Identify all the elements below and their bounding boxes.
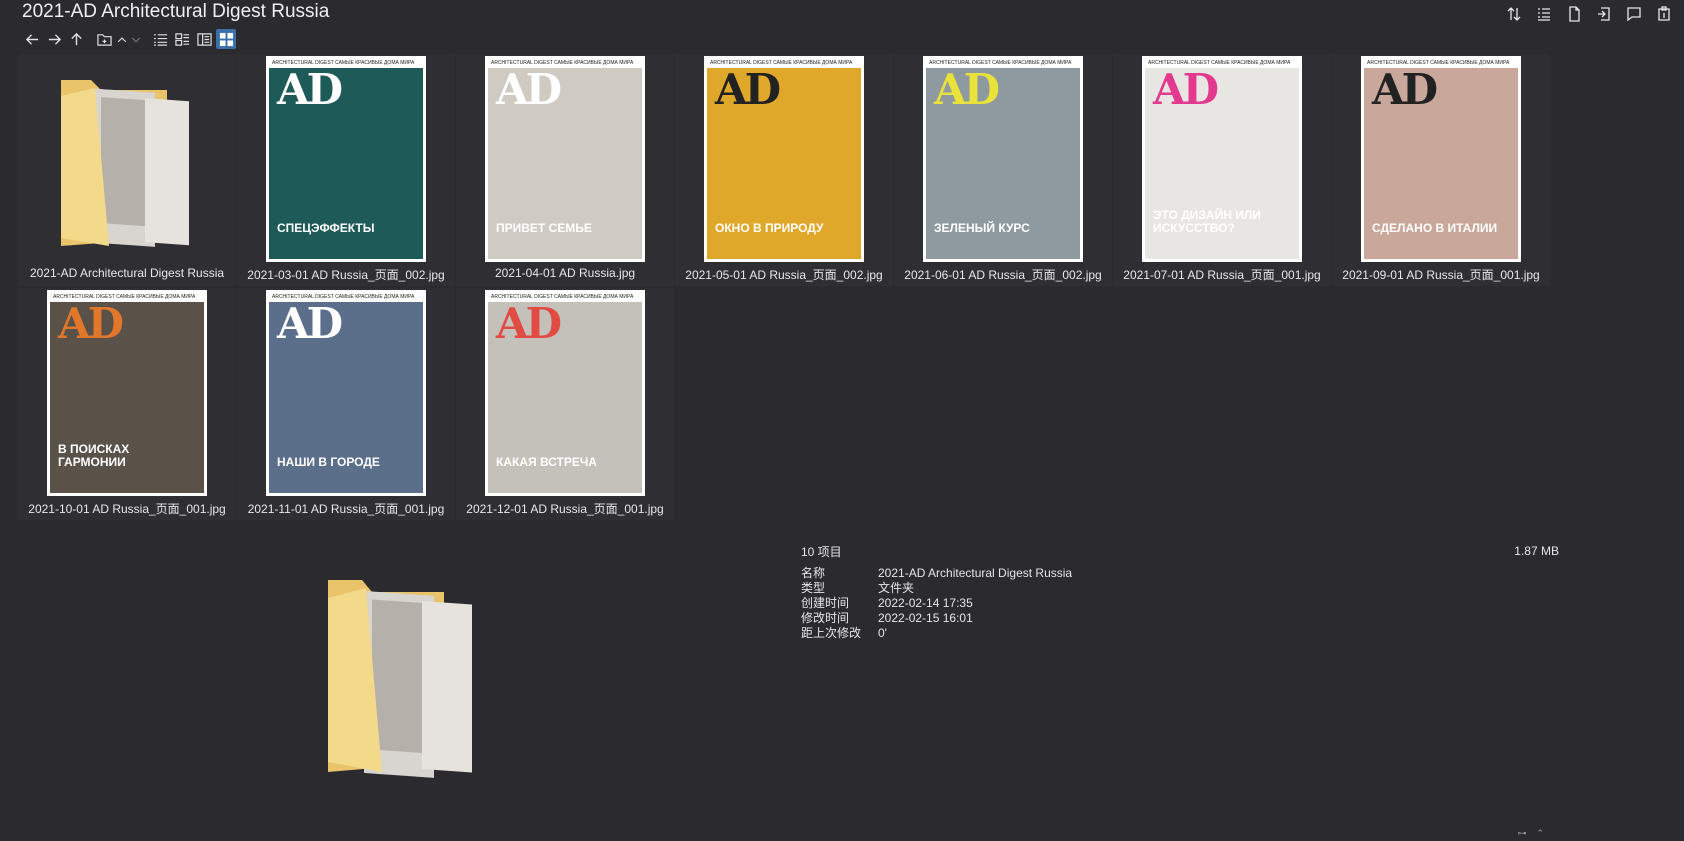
magazine-cover: ARCHITECTURAL DIGEST САМЫЕ КРАСИВЫЕ ДОМА…: [269, 59, 423, 259]
thumbnail-view-icon[interactable]: [216, 29, 236, 49]
chevron-up-icon[interactable]: [116, 29, 128, 49]
detail-value: 2021-AD Architectural Digest Russia: [878, 566, 1073, 580]
image-item[interactable]: ARCHITECTURAL DIGEST САМЫЕ КРАСИВЫЕ ДОМА…: [237, 288, 455, 520]
file-name-label: 2021-07-01 AD Russia_页面_001.jpg: [1123, 268, 1321, 282]
image-item[interactable]: ARCHITECTURAL DIGEST САМЫЕ КРАСИВЫЕ ДОМА…: [18, 288, 236, 520]
collapse-icon[interactable]: ⌃: [1536, 828, 1544, 839]
ad-logo: AD: [58, 299, 124, 348]
file-name-label: 2021-11-01 AD Russia_页面_001.jpg: [247, 502, 445, 516]
resize-icon[interactable]: ⊶: [1517, 828, 1526, 839]
cover-headline: КАКАЯ ВСТРЕЧА: [496, 455, 597, 469]
detail-row: 类型 文件夹: [801, 581, 1072, 596]
detail-row: 修改时间 2022-02-15 16:01: [801, 611, 1072, 626]
magazine-cover: ARCHITECTURAL DIGEST САМЫЕ КРАСИВЫЕ ДОМА…: [1364, 59, 1518, 259]
details-panel: 名称 2021-AD Architectural Digest Russia 类型…: [801, 566, 1072, 641]
back-arrow-icon[interactable]: [22, 29, 42, 49]
folder-icon: [57, 70, 197, 250]
details-icon[interactable]: [1534, 4, 1554, 24]
forward-arrow-icon[interactable]: [44, 29, 64, 49]
ad-logo: AD: [1372, 65, 1438, 114]
image-item[interactable]: ARCHITECTURAL DIGEST САМЫЕ КРАСИВЫЕ ДОМА…: [894, 54, 1112, 286]
detail-view-icon[interactable]: [172, 29, 192, 49]
ad-logo: AD: [1153, 65, 1219, 114]
image-thumbnail: ARCHITECTURAL DIGEST САМЫЕ КРАСИВЫЕ ДОМА…: [923, 56, 1083, 262]
image-item[interactable]: ARCHITECTURAL DIGEST САМЫЕ КРАСИВЫЕ ДОМА…: [237, 54, 455, 286]
image-thumbnail: ARCHITECTURAL DIGEST САМЫЕ КРАСИВЫЕ ДОМА…: [266, 290, 426, 496]
magazine-cover: ARCHITECTURAL DIGEST САМЫЕ КРАСИВЫЕ ДОМА…: [926, 59, 1080, 259]
window-title: 2021-AD Architectural Digest Russia: [22, 1, 330, 22]
folder-icon[interactable]: [94, 29, 114, 49]
image-thumbnail: ARCHITECTURAL DIGEST САМЫЕ КРАСИВЫЕ ДОМА…: [485, 56, 645, 262]
ad-logo: AD: [496, 299, 562, 348]
image-item[interactable]: ARCHITECTURAL DIGEST САМЫЕ КРАСИВЫЕ ДОМА…: [675, 54, 893, 286]
image-thumbnail: ARCHITECTURAL DIGEST САМЫЕ КРАСИВЫЕ ДОМА…: [47, 290, 207, 496]
image-item[interactable]: ARCHITECTURAL DIGEST САМЫЕ КРАСИВЫЕ ДОМА…: [456, 288, 674, 520]
detail-key: 修改时间: [801, 611, 850, 625]
image-thumbnail: ARCHITECTURAL DIGEST САМЫЕ КРАСИВЫЕ ДОМА…: [1361, 56, 1521, 262]
tile-view-icon[interactable]: [194, 29, 214, 49]
magazine-cover: ARCHITECTURAL DIGEST САМЫЕ КРАСИВЫЕ ДОМА…: [1145, 59, 1299, 259]
cover-headline: СДЕЛАНО В ИТАЛИИ: [1372, 221, 1498, 235]
file-name-label: 2021-09-01 AD Russia_页面_001.jpg: [1342, 268, 1540, 282]
document-icon[interactable]: [1564, 4, 1584, 24]
file-grid: 2021-AD Architectural Digest Russia ARCHI…: [18, 54, 1668, 534]
cover-headline: НАШИ В ГОРОДЕ: [277, 455, 380, 469]
ad-logo: AD: [277, 299, 343, 348]
image-item[interactable]: ARCHITECTURAL DIGEST САМЫЕ КРАСИВЫЕ ДОМА…: [456, 54, 674, 286]
top-toolbar: [1504, 4, 1674, 24]
cover-headline: В ПОИСКАХ ГАРМОНИИ: [58, 442, 130, 469]
export-icon[interactable]: [1594, 4, 1614, 24]
image-thumbnail: ARCHITECTURAL DIGEST САМЫЕ КРАСИВЫЕ ДОМА…: [485, 290, 645, 496]
file-name-label: 2021-AD Architectural Digest Russia: [29, 266, 225, 280]
list-view-icon[interactable]: [150, 29, 170, 49]
ad-logo: AD: [715, 65, 781, 114]
magazine-cover: ARCHITECTURAL DIGEST САМЫЕ КРАСИВЫЕ ДОМА…: [488, 59, 642, 259]
detail-key: 类型: [801, 581, 826, 595]
navigation-toolbar: [22, 28, 236, 50]
file-name-label: 2021-10-01 AD Russia_页面_001.jpg: [28, 502, 226, 516]
magazine-cover: ARCHITECTURAL DIGEST САМЫЕ КРАСИВЫЕ ДОМА…: [707, 59, 861, 259]
cover-headline: ЗЕЛЕНЫЙ КУРС: [934, 221, 1030, 235]
folder-preview-icon: [322, 566, 482, 778]
total-size: 1.87 MB: [1514, 544, 1559, 558]
folder-item[interactable]: 2021-AD Architectural Digest Russia: [18, 54, 236, 286]
ad-logo: AD: [934, 65, 1000, 114]
detail-value: 2022-02-14 17:35: [878, 596, 973, 610]
detail-value: 2022-02-15 16:01: [878, 611, 973, 625]
file-name-label: 2021-12-01 AD Russia_页面_001.jpg: [466, 502, 664, 516]
chevron-down-icon[interactable]: [130, 29, 142, 49]
clipboard-icon[interactable]: [1654, 4, 1674, 24]
cover-headline: ОКНО В ПРИРОДУ: [715, 221, 824, 235]
detail-value: 文件夹: [878, 581, 915, 595]
sort-icon[interactable]: [1504, 4, 1524, 24]
ad-logo: AD: [277, 65, 343, 114]
file-name-label: 2021-06-01 AD Russia_页面_002.jpg: [904, 268, 1102, 282]
detail-key: 距上次修改: [801, 626, 862, 640]
image-thumbnail: ARCHITECTURAL DIGEST САМЫЕ КРАСИВЫЕ ДОМА…: [704, 56, 864, 262]
image-thumbnail: ARCHITECTURAL DIGEST САМЫЕ КРАСИВЫЕ ДОМА…: [266, 56, 426, 262]
corner-controls: ⊶ ⌃: [1517, 828, 1544, 839]
cover-headline: СПЕЦЭФФЕКТЫ: [277, 221, 375, 235]
detail-row: 创建时间 2022-02-14 17:35: [801, 596, 1072, 611]
cover-headline: ПРИВЕТ СЕМЬЕ: [496, 221, 592, 235]
note-icon[interactable]: [1624, 4, 1644, 24]
ad-logo: AD: [496, 65, 562, 114]
up-arrow-icon[interactable]: [66, 29, 86, 49]
file-name-label: 2021-03-01 AD Russia_页面_002.jpg: [247, 268, 445, 282]
magazine-cover: ARCHITECTURAL DIGEST САМЫЕ КРАСИВЫЕ ДОМА…: [488, 293, 642, 493]
file-name-label: 2021-05-01 AD Russia_页面_002.jpg: [685, 268, 883, 282]
detail-value: 0': [878, 626, 887, 640]
magazine-cover: ARCHITECTURAL DIGEST САМЫЕ КРАСИВЫЕ ДОМА…: [50, 293, 204, 493]
detail-row: 名称 2021-AD Architectural Digest Russia: [801, 566, 1072, 581]
item-count: 10 项目: [801, 545, 842, 559]
cover-headline: ЭТО ДИЗАЙН ИЛИ ИСКУССТВО?: [1153, 208, 1261, 235]
file-name-label: 2021-04-01 AD Russia.jpg: [494, 266, 636, 280]
magazine-cover: ARCHITECTURAL DIGEST САМЫЕ КРАСИВЫЕ ДОМА…: [269, 293, 423, 493]
detail-key: 名称: [801, 566, 826, 580]
detail-row: 距上次修改 0': [801, 626, 1072, 641]
image-item[interactable]: ARCHITECTURAL DIGEST САМЫЕ КРАСИВЫЕ ДОМА…: [1332, 54, 1550, 286]
detail-key: 创建时间: [801, 596, 850, 610]
image-item[interactable]: ARCHITECTURAL DIGEST САМЫЕ КРАСИВЫЕ ДОМА…: [1113, 54, 1331, 286]
image-thumbnail: ARCHITECTURAL DIGEST САМЫЕ КРАСИВЫЕ ДОМА…: [1142, 56, 1302, 262]
